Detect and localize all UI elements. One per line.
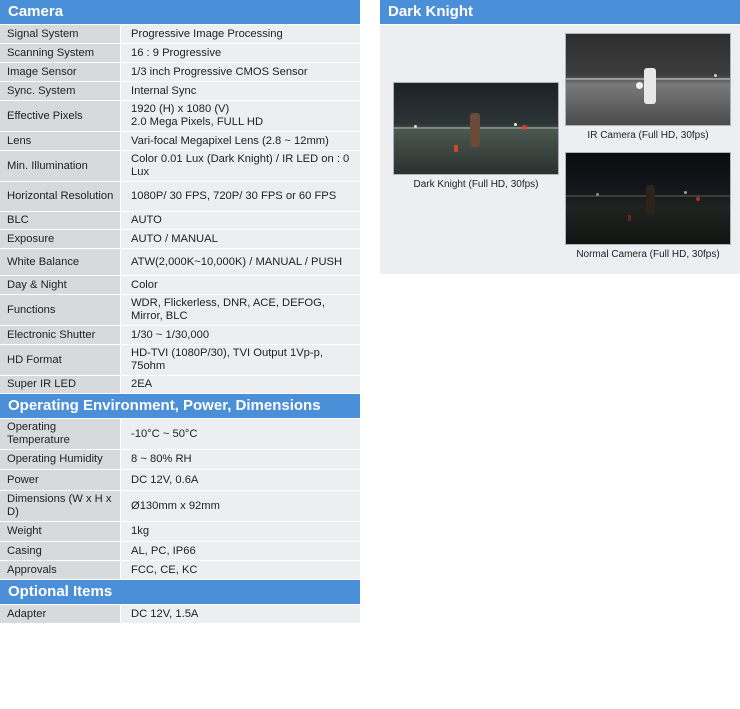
- spec-label: Effective Pixels: [0, 100, 121, 132]
- spec-label: Power: [0, 469, 121, 491]
- spec-label: Dimensions (W x H x D): [0, 490, 121, 522]
- spec-label: Signal System: [0, 25, 121, 44]
- section-header-optional: Optional Items: [0, 580, 360, 605]
- spec-value: WDR, Flickerless, DNR, ACE, DEFOG, Mirro…: [120, 294, 360, 326]
- spec-value: 16 : 9 Progressive: [120, 43, 360, 63]
- spec-value: 1kg: [120, 521, 360, 542]
- spec-label: Image Sensor: [0, 62, 121, 82]
- spec-label: Super IR LED: [0, 375, 121, 394]
- spec-value: 1080P/ 30 FPS, 720P/ 30 FPS or 60 FPS: [120, 181, 360, 212]
- spec-label: Casing: [0, 541, 121, 561]
- spec-label: Operating Temperature: [0, 419, 121, 450]
- spec-value: Vari-focal Megapixel Lens (2.8 ~ 12mm): [120, 131, 360, 151]
- table-row: Adapter DC 12V, 1.5A: [0, 605, 360, 624]
- spec-label: Adapter: [0, 605, 121, 624]
- table-row: Day & Night Color: [0, 275, 360, 295]
- table-row: Min. Illumination Color 0.01 Lux (Dark Kn…: [0, 150, 360, 182]
- spec-value: DC 12V, 1.5A: [120, 605, 360, 624]
- spec-label: Min. Illumination: [0, 150, 121, 182]
- dark-knight-photo: [393, 82, 559, 175]
- spec-label: Functions: [0, 294, 121, 326]
- dark-knight-panel: Dark Knight Dark Knight (Full HD, 30fps)…: [380, 0, 740, 274]
- spec-value: FCC, CE, KC: [120, 560, 360, 580]
- table-row: Casing AL, PC, IP66: [0, 541, 360, 561]
- photo-gallery: Dark Knight (Full HD, 30fps) IR Camera (…: [380, 25, 740, 274]
- table-row: Lens Vari-focal Megapixel Lens (2.8 ~ 12m…: [0, 131, 360, 151]
- table-row: Operating Humidity 8 ~ 80% RH: [0, 449, 360, 470]
- table-row: Sync. System Internal Sync: [0, 81, 360, 101]
- spec-label: Weight: [0, 521, 121, 542]
- spec-value: Color: [120, 275, 360, 295]
- table-row: White Balance ATW(2,000K~10,000K) / MANUA…: [0, 248, 360, 276]
- table-row: Super IR LED 2EA: [0, 375, 360, 394]
- spec-label: Lens: [0, 131, 121, 151]
- section-header-dark-knight: Dark Knight: [380, 0, 740, 25]
- spec-value: Internal Sync: [120, 81, 360, 101]
- spec-label: White Balance: [0, 248, 121, 276]
- spec-label: Electronic Shutter: [0, 325, 121, 345]
- spec-label: Sync. System: [0, 81, 121, 101]
- spec-label: Day & Night: [0, 275, 121, 295]
- spec-value: Progressive Image Processing: [120, 25, 360, 44]
- spec-value: 8 ~ 80% RH: [120, 449, 360, 470]
- optional-spec-table: Adapter DC 12V, 1.5A: [0, 605, 360, 624]
- spec-label: Horizontal Resolution: [0, 181, 121, 212]
- table-row: Effective Pixels 1920 (H) x 1080 (V) 2.0 …: [0, 100, 360, 132]
- spec-label: Approvals: [0, 560, 121, 580]
- spec-label: HD Format: [0, 344, 121, 376]
- table-row: Image Sensor 1/3 inch Progressive CMOS Se…: [0, 62, 360, 82]
- table-row: Horizontal Resolution 1080P/ 30 FPS, 720P…: [0, 181, 360, 212]
- photo-caption: IR Camera (Full HD, 30fps): [587, 130, 709, 141]
- environment-spec-table: Operating Temperature -10°C ~ 50°C Operat…: [0, 419, 360, 580]
- spec-value: -10°C ~ 50°C: [120, 419, 360, 450]
- spec-value: 1920 (H) x 1080 (V) 2.0 Mega Pixels, FUL…: [120, 100, 360, 132]
- spec-value: HD-TVI (1080P/30), TVI Output 1Vp-p, 75o…: [120, 344, 360, 376]
- table-row: Operating Temperature -10°C ~ 50°C: [0, 419, 360, 450]
- table-row: Functions WDR, Flickerless, DNR, ACE, DEF…: [0, 294, 360, 326]
- spec-value: AUTO / MANUAL: [120, 229, 360, 249]
- spec-value: 1/30 ~ 1/30,000: [120, 325, 360, 345]
- photo-caption: Dark Knight (Full HD, 30fps): [413, 179, 539, 190]
- table-row: Exposure AUTO / MANUAL: [0, 229, 360, 249]
- photo-caption: Normal Camera (Full HD, 30fps): [576, 249, 720, 260]
- table-row: Dimensions (W x H x D) Ø130mm x 92mm: [0, 490, 360, 522]
- spec-label: Scanning System: [0, 43, 121, 63]
- spec-value: 2EA: [120, 375, 360, 394]
- spec-value: AL, PC, IP66: [120, 541, 360, 561]
- spec-value: 1/3 inch Progressive CMOS Sensor: [120, 62, 360, 82]
- spec-label: Operating Humidity: [0, 449, 121, 470]
- camera-spec-table: Signal System Progressive Image Processin…: [0, 25, 360, 394]
- normal-camera-photo: [565, 152, 731, 245]
- table-row: Scanning System 16 : 9 Progressive: [0, 43, 360, 63]
- table-row: Approvals FCC, CE, KC: [0, 560, 360, 580]
- spec-value: Ø130mm x 92mm: [120, 490, 360, 522]
- spec-value: ATW(2,000K~10,000K) / MANUAL / PUSH: [120, 248, 360, 276]
- table-row: Power DC 12V, 0.6A: [0, 469, 360, 491]
- section-header-environment: Operating Environment, Power, Dimensions: [0, 394, 360, 419]
- ir-camera-photo: [565, 33, 731, 126]
- table-row: HD Format HD-TVI (1080P/30), TVI Output 1…: [0, 344, 360, 376]
- spec-value: AUTO: [120, 211, 360, 230]
- spec-panel: Camera Signal System Progressive Image Pr…: [0, 0, 360, 624]
- table-row: BLC AUTO: [0, 211, 360, 230]
- spec-value: DC 12V, 0.6A: [120, 469, 360, 491]
- table-row: Electronic Shutter 1/30 ~ 1/30,000: [0, 325, 360, 345]
- section-header-camera: Camera: [0, 0, 360, 25]
- spec-label: BLC: [0, 211, 121, 230]
- table-row: Weight 1kg: [0, 521, 360, 542]
- table-row: Signal System Progressive Image Processin…: [0, 25, 360, 44]
- spec-value: Color 0.01 Lux (Dark Knight) / IR LED on…: [120, 150, 360, 182]
- spec-label: Exposure: [0, 229, 121, 249]
